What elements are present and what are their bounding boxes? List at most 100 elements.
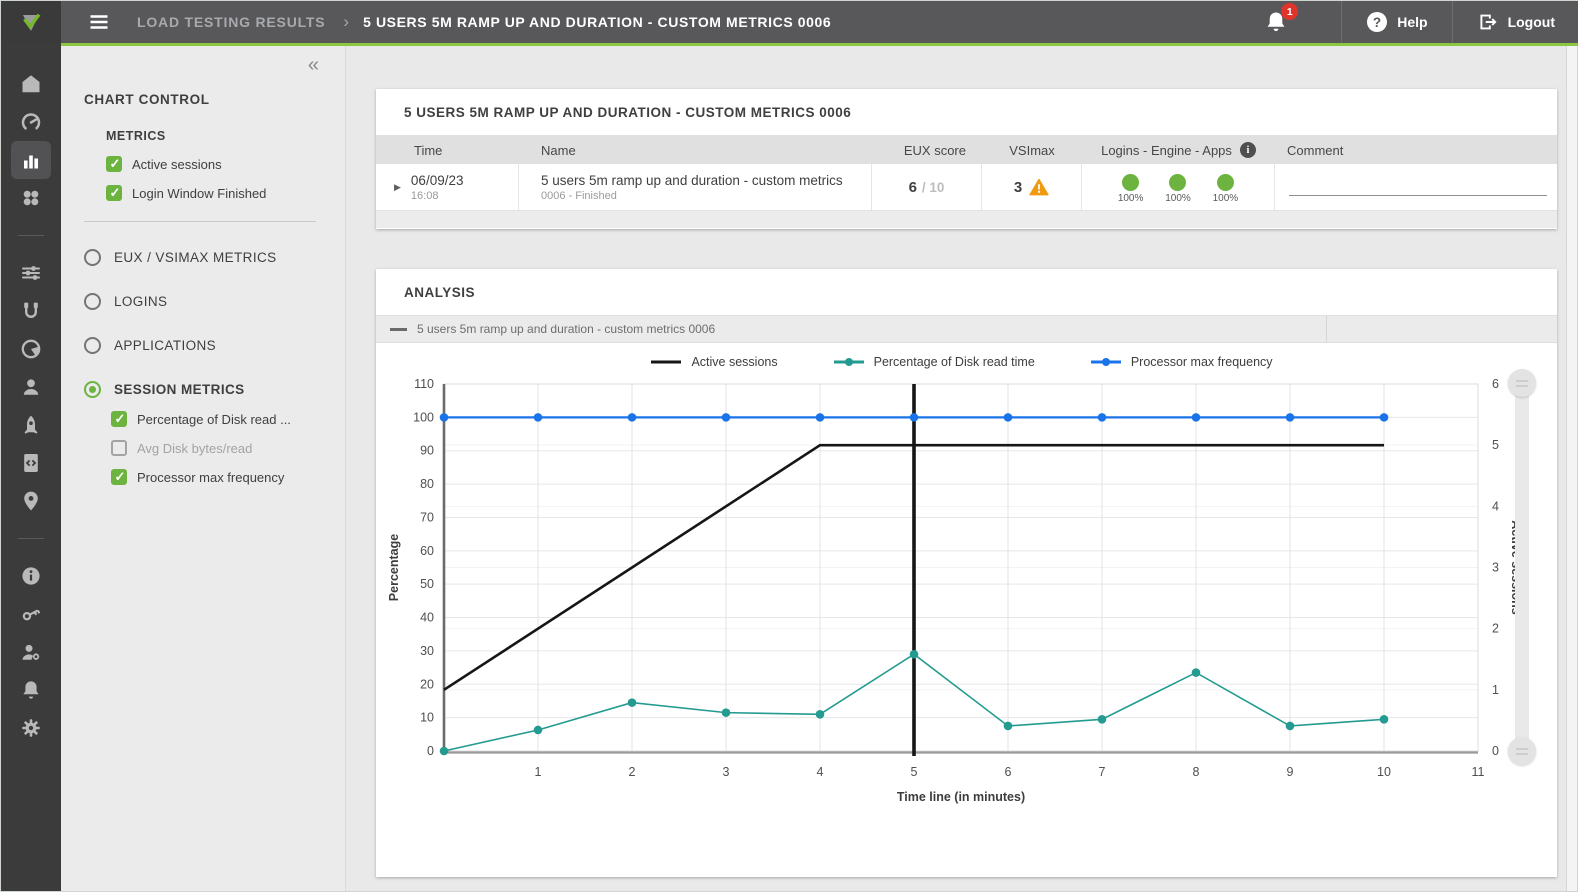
checkbox-percentage-disk-read[interactable]: Percentage of Disk read ... — [111, 411, 345, 427]
sidebar-item-about[interactable] — [11, 557, 51, 595]
eux-score-max: / 10 — [922, 180, 945, 195]
comment-input[interactable] — [1289, 195, 1547, 196]
svg-text:3: 3 — [723, 765, 730, 779]
engine-status: 100% — [1165, 174, 1191, 204]
checkbox-icon[interactable] — [111, 469, 127, 485]
sidebar-item-user-management[interactable] — [11, 633, 51, 671]
sidebar-divider — [18, 235, 44, 236]
svg-text:7: 7 — [1099, 765, 1106, 779]
svg-text:4: 4 — [817, 765, 824, 779]
app-logo — [1, 1, 61, 43]
apps-icon — [19, 186, 43, 210]
info-icon[interactable]: i — [1240, 142, 1256, 158]
info-icon — [19, 564, 43, 588]
slider-track[interactable] — [1515, 381, 1529, 755]
checkbox-icon[interactable] — [106, 185, 122, 201]
top-bar-actions: 1 ? Help Logout — [1263, 1, 1578, 43]
checkbox-active-sessions[interactable]: Active sessions — [106, 156, 345, 172]
sidebar-item-scripts[interactable] — [11, 444, 51, 482]
globe-icon — [19, 337, 43, 361]
legend-item[interactable]: Percentage of Disk read time — [832, 355, 1035, 369]
sidebar-item-settings[interactable] — [11, 709, 51, 747]
svg-text:0: 0 — [427, 744, 434, 758]
help-button[interactable]: ? Help — [1342, 1, 1451, 43]
slider-handle-top[interactable] — [1508, 369, 1536, 397]
breadcrumb-root[interactable]: LOAD TESTING RESULTS — [137, 14, 325, 30]
sidebar-item-launchers[interactable] — [11, 406, 51, 444]
settings-icon — [19, 716, 43, 740]
engine-status-dot — [1169, 174, 1186, 191]
expand-row-icon[interactable]: ▶ — [394, 182, 401, 193]
results-card: 5 USERS 5M RAMP UP AND DURATION - CUSTOM… — [376, 89, 1557, 229]
sidebar-item-environment[interactable] — [11, 330, 51, 368]
sidebar-item-locations[interactable] — [11, 482, 51, 520]
checkbox-icon[interactable] — [111, 440, 127, 456]
sidebar-item-accounts[interactable] — [11, 368, 51, 406]
sidebar-item-home[interactable] — [11, 65, 51, 103]
top-bar: LOAD TESTING RESULTS › 5 USERS 5M RAMP U… — [1, 1, 1578, 43]
sidebar-item-notifications[interactable] — [11, 671, 51, 709]
column-header-time: Time — [376, 143, 519, 158]
chart-control-panel: « CHART CONTROL METRICS Active sessions … — [61, 46, 346, 891]
home-icon — [19, 72, 43, 96]
sidebar-item-licenses[interactable] — [11, 595, 51, 633]
column-header-eux-score: EUX score — [872, 143, 982, 158]
radio-icon[interactable] — [84, 293, 101, 310]
results-card-title: 5 USERS 5M RAMP UP AND DURATION - CUSTOM… — [376, 89, 1557, 136]
sidebar-item-dashboard[interactable] — [11, 103, 51, 141]
radio-icon[interactable] — [84, 249, 101, 266]
notification-badge: 1 — [1281, 3, 1298, 20]
vsimax-value: 3 — [1014, 179, 1022, 196]
help-question-icon: ? — [1366, 11, 1388, 33]
run-date: 06/09/23 — [411, 173, 464, 188]
checkbox-login-window-finished[interactable]: Login Window Finished — [106, 185, 345, 201]
key-icon — [19, 602, 43, 626]
code-file-icon — [19, 451, 43, 475]
svg-text:1: 1 — [1492, 683, 1499, 697]
logout-button[interactable]: Logout — [1453, 1, 1578, 43]
page-scrollbar[interactable] — [1566, 43, 1577, 891]
sidebar-icon-rail — [1, 43, 61, 891]
checkbox-avg-disk-bytes-read[interactable]: Avg Disk bytes/read — [111, 440, 345, 456]
svg-text:9: 9 — [1287, 765, 1294, 779]
notifications-bell-icon[interactable]: 1 — [1263, 9, 1289, 35]
radio-logins[interactable]: LOGINS — [84, 293, 345, 310]
checkbox-processor-max-frequency[interactable]: Processor max frequency — [111, 469, 345, 485]
legend-item[interactable]: Processor max frequency — [1089, 355, 1273, 369]
results-card-footer — [376, 210, 1557, 228]
connector-cable-icon — [19, 299, 43, 323]
svg-text:20: 20 — [420, 677, 434, 691]
series-toggle-label[interactable]: 5 users 5m ramp up and duration - custom… — [417, 322, 715, 336]
menu-hamburger-icon[interactable] — [87, 10, 111, 34]
radio-icon[interactable] — [84, 381, 101, 398]
legend-item[interactable]: Active sessions — [649, 355, 777, 369]
checkbox-icon[interactable] — [111, 411, 127, 427]
svg-text:2: 2 — [629, 765, 636, 779]
radio-applications[interactable]: APPLICATIONS — [84, 337, 345, 354]
analysis-chart-svg[interactable]: 0102030405060708090100110012345612345678… — [376, 343, 1557, 876]
logout-icon — [1477, 11, 1499, 33]
svg-text:100: 100 — [413, 410, 434, 424]
sidebar-item-applications[interactable] — [11, 179, 51, 217]
eux-score-value: 6 — [909, 179, 917, 196]
slider-handle-bottom[interactable] — [1508, 737, 1536, 765]
logins-status: 100% — [1118, 174, 1144, 204]
bar-chart-icon — [19, 148, 43, 172]
svg-text:1: 1 — [535, 765, 542, 779]
checkbox-icon[interactable] — [106, 156, 122, 172]
logins-pct: 100% — [1118, 193, 1144, 204]
analysis-card: ANALYSIS 5 users 5m ramp up and duration… — [376, 269, 1557, 877]
svg-text:4: 4 — [1492, 499, 1499, 513]
column-header-vsimax: VSImax — [982, 143, 1082, 158]
sidebar-item-connections[interactable] — [11, 292, 51, 330]
radio-eux-vsimax-metrics[interactable]: EUX / VSIMAX METRICS — [84, 249, 345, 266]
sidebar-item-tests[interactable] — [11, 254, 51, 292]
collapse-panel-icon[interactable]: « — [308, 54, 319, 77]
sidebar-item-results[interactable] — [11, 141, 51, 179]
active-sessions-range-slider — [1508, 369, 1536, 767]
radio-session-metrics[interactable]: SESSION METRICS — [84, 381, 345, 398]
user-settings-icon — [19, 640, 43, 664]
radio-icon[interactable] — [84, 337, 101, 354]
warning-icon[interactable] — [1029, 178, 1049, 196]
table-row: ▶ 06/09/23 16:08 5 users 5m ramp up and … — [376, 164, 1557, 210]
